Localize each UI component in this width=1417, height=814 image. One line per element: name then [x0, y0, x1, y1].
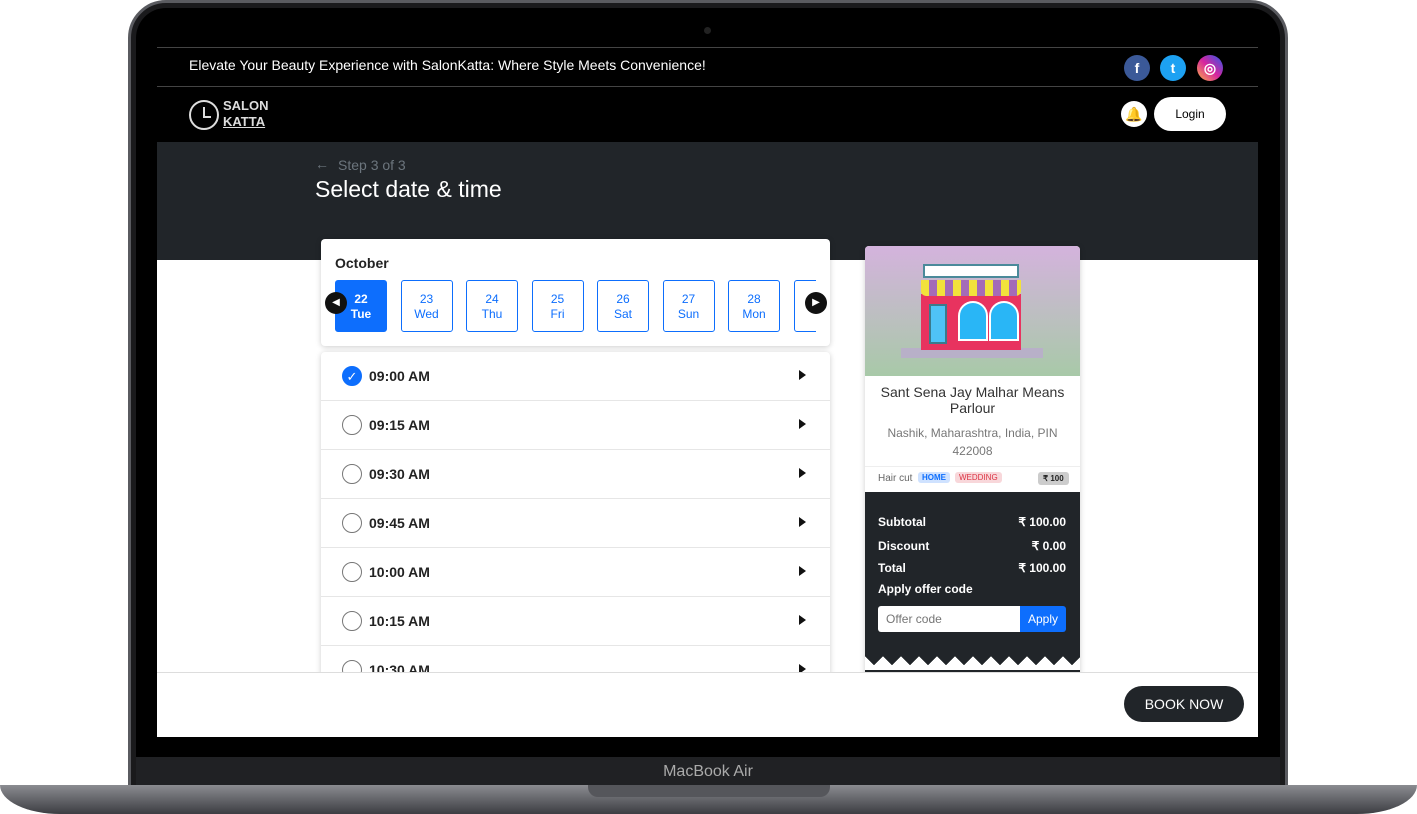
day-number: 27 — [681, 292, 696, 306]
service-price: ₹ 100 — [1038, 472, 1069, 485]
book-now-button[interactable]: BOOK NOW — [1124, 686, 1244, 722]
time-slot-row[interactable]: 09:30 AM — [321, 450, 830, 499]
logo-text-top: SALON — [223, 98, 269, 113]
salon-image — [865, 246, 1080, 376]
offer-code-input[interactable] — [878, 606, 1020, 632]
day-weekday: Sun — [677, 307, 700, 321]
date-picker: October 22 Tue 23 Wed 24 Thu 25 Fri 26 Sat 27 Sun 28… — [321, 239, 830, 346]
booking-summary-card: Sant Sena Jay Malhar Means Parlour Nashi… — [865, 246, 1080, 686]
day-number: 24 — [485, 292, 499, 306]
top-bar: Elevate Your Beauty Experience with Salo… — [157, 47, 1258, 87]
total-label: Total — [878, 561, 906, 575]
footer-bar: BOOK NOW — [157, 672, 1258, 737]
clock-icon — [189, 100, 219, 130]
caret-right-icon — [799, 566, 806, 576]
radio-circle-icon[interactable] — [342, 415, 362, 435]
time-slot-row[interactable]: 09:45 AM — [321, 499, 830, 548]
time-label: 09:00 AM — [369, 368, 430, 384]
caret-right-icon — [799, 517, 806, 527]
day-weekday: Fri — [550, 307, 565, 321]
month-label: October — [335, 255, 389, 271]
check-circle-icon[interactable]: ✓ — [342, 366, 362, 386]
time-slot-row[interactable]: 10:15 AM — [321, 597, 830, 646]
device-label: MacBook Air — [663, 763, 753, 780]
laptop-notch — [588, 785, 830, 797]
time-label: 10:00 AM — [369, 564, 430, 580]
caret-right-icon — [799, 419, 806, 429]
day-weekday: Thu — [481, 307, 503, 321]
discount-label: Discount — [878, 539, 930, 553]
radio-circle-icon[interactable] — [342, 513, 362, 533]
bell-icon[interactable]: 🔔 — [1121, 101, 1147, 127]
prev-day-button[interactable]: ◀ — [325, 292, 347, 314]
day-25[interactable]: 25 Fri — [531, 280, 584, 332]
time-label: 09:45 AM — [369, 515, 430, 531]
service-name: Hair cut — [878, 473, 913, 484]
time-slot-list: ✓ 09:00 AM 09:15 AM 09:30 AM 09:45 AM 10:00 A… — [321, 352, 830, 692]
caret-right-icon — [799, 615, 806, 625]
time-slot-row[interactable]: 09:15 AM — [321, 401, 830, 450]
price-summary: Subtotal ₹ 100.00 Discount ₹ 0.00 Total … — [865, 492, 1080, 686]
time-label: 10:15 AM — [369, 613, 430, 629]
day-number: 25 — [550, 292, 565, 306]
tag-wedding: WEDDING — [955, 472, 1002, 483]
time-label: 09:15 AM — [369, 417, 430, 433]
radio-circle-icon[interactable] — [342, 562, 362, 582]
day-weekday: Mon — [742, 307, 766, 321]
time-slot-row[interactable]: ✓ 09:00 AM — [321, 352, 830, 401]
next-day-button[interactable]: ▶ — [805, 292, 827, 314]
subtotal-value: ₹ 100.00 — [1018, 515, 1066, 529]
twitter-icon[interactable]: t — [1160, 55, 1186, 81]
screen: Elevate Your Beauty Experience with Salo… — [157, 47, 1258, 737]
logo-text-bottom: KATTA — [223, 114, 266, 129]
day-27[interactable]: 27 Sun — [662, 280, 715, 332]
day-number: 23 — [419, 292, 434, 306]
day-23[interactable]: 23 Wed — [400, 280, 453, 332]
instagram-icon[interactable]: ◎ — [1197, 55, 1223, 81]
day-number: 28 — [747, 292, 761, 306]
day-26[interactable]: 26 Sat — [597, 280, 649, 332]
day-28[interactable]: 28 Mon — [728, 280, 780, 332]
salon-address: Nashik, Maharashtra, India, PIN 422008 — [887, 426, 1058, 458]
caret-right-icon — [799, 370, 806, 380]
camera — [704, 27, 711, 34]
time-slot-row[interactable]: 10:00 AM — [321, 548, 830, 597]
total-value: ₹ 100.00 — [1018, 561, 1066, 575]
apply-button[interactable]: Apply — [1020, 606, 1066, 632]
discount-value: ₹ 0.00 — [1031, 539, 1066, 553]
time-label: 09:30 AM — [369, 466, 430, 482]
caret-right-icon — [799, 468, 806, 478]
offer-label: Apply offer code — [878, 582, 973, 596]
page-title: Select date & time — [315, 176, 502, 202]
day-weekday: Wed — [414, 307, 439, 321]
day-24[interactable]: 24 Thu — [466, 280, 518, 332]
radio-circle-icon[interactable] — [342, 611, 362, 631]
day-weekday: Sat — [613, 307, 632, 321]
subtotal-label: Subtotal — [878, 515, 926, 529]
service-row: Hair cut HOME WEDDING ₹ 100 — [865, 466, 1080, 492]
tag-home: HOME — [918, 472, 950, 483]
step-indicator: Step 3 of 3 — [338, 157, 406, 173]
radio-circle-icon[interactable] — [342, 464, 362, 484]
zigzag-edge — [865, 656, 1080, 670]
day-strip: 22 Tue 23 Wed 24 Thu 25 Fri 26 Sat 27 Sun 28 Mon — [335, 280, 816, 334]
login-button[interactable]: Login — [1154, 97, 1226, 131]
day-number: 26 — [616, 292, 630, 306]
tagline: Elevate Your Beauty Experience with Salo… — [189, 57, 706, 73]
back-arrow-icon[interactable]: ← — [315, 156, 329, 172]
laptop-chin: MacBook Air — [136, 757, 1280, 785]
navbar: SALON KATTA 🔔 Login — [157, 87, 1258, 142]
salon-name: Sant Sena Jay Malhar Means Parlour — [880, 384, 1065, 416]
facebook-icon[interactable]: f — [1124, 55, 1150, 81]
logo[interactable]: SALON KATTA — [189, 98, 279, 132]
